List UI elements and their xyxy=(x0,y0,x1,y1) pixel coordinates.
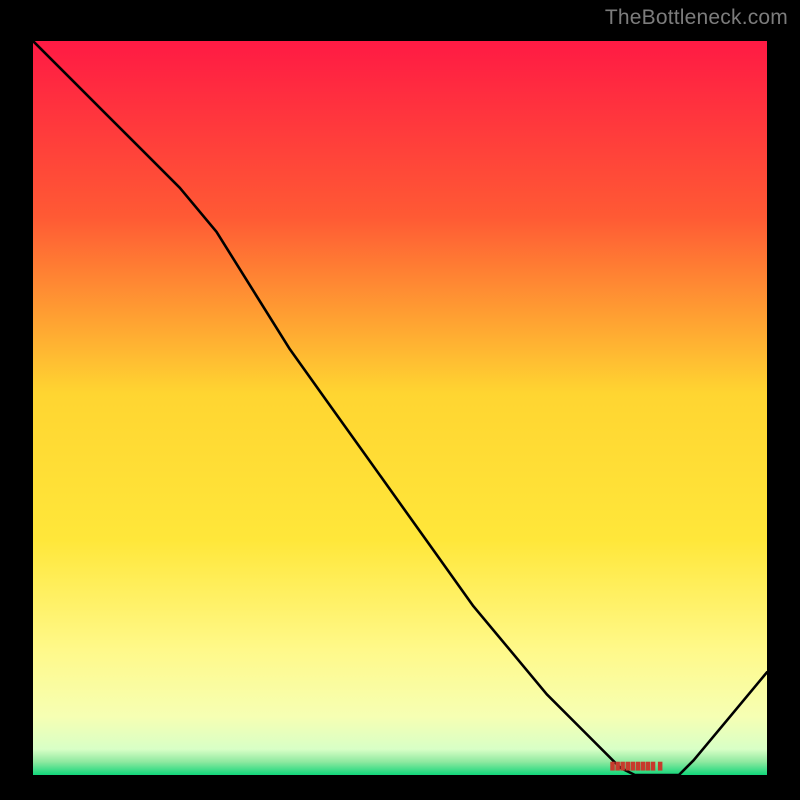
attribution-label: TheBottleneck.com xyxy=(605,6,788,30)
bottleneck-curve xyxy=(33,41,767,775)
plot-area: ▮▮▮▮▮▮▮▮▮ ▮ xyxy=(28,36,772,780)
curve-path xyxy=(33,41,767,775)
plot-inner: ▮▮▮▮▮▮▮▮▮ ▮ xyxy=(28,36,772,780)
chart-frame: TheBottleneck.com xyxy=(0,0,800,800)
optimal-range-marker: ▮▮▮▮▮▮▮▮▮ ▮ xyxy=(610,759,663,772)
